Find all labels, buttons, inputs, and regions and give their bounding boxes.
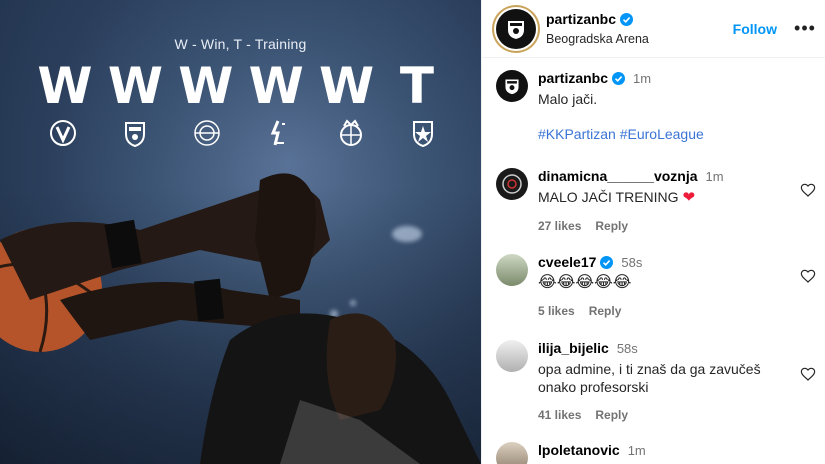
caption-username[interactable]: partizanbc bbox=[538, 70, 626, 86]
comment-item: ilija_bijelic 58s opa admine, i ti znaš d… bbox=[496, 340, 816, 422]
comment-time: 1m bbox=[627, 442, 646, 458]
account-avatar[interactable] bbox=[496, 8, 536, 49]
verified-icon bbox=[620, 12, 634, 26]
likes-count[interactable]: 5 likes bbox=[538, 304, 575, 318]
account-username[interactable]: partizanbc bbox=[546, 11, 634, 27]
verified-icon bbox=[612, 71, 626, 85]
post-panel: partizanbc Beogradska Arena Follow ••• p… bbox=[481, 0, 825, 464]
virtus-logo bbox=[44, 116, 82, 150]
valencia-logo bbox=[332, 116, 370, 150]
commenter-username[interactable]: cveele17 bbox=[538, 254, 614, 270]
result-letter: W bbox=[248, 57, 304, 115]
hashtags-text[interactable]: #KKPartizan #EuroLeague bbox=[538, 126, 704, 142]
caption-time: 1m bbox=[633, 70, 652, 86]
opponent-logos bbox=[44, 116, 442, 150]
verified-icon bbox=[600, 255, 614, 269]
post-header: partizanbc Beogradska Arena Follow ••• bbox=[482, 0, 825, 58]
results-row: W W W W W T bbox=[36, 60, 446, 112]
comments-section[interactable]: partizanbc 1m Malo jači. #KKPartizan #Eu… bbox=[482, 58, 825, 464]
crvena-zvezda-logo bbox=[404, 116, 442, 150]
commenter-avatar[interactable] bbox=[496, 340, 528, 372]
comment-text: opa admine, i ti znaš da ga zavučeš onak… bbox=[538, 361, 761, 395]
caption-username-text[interactable]: partizanbc bbox=[538, 70, 608, 86]
location-link[interactable]: Beogradska Arena bbox=[546, 32, 733, 46]
username-text[interactable]: partizanbc bbox=[546, 11, 616, 27]
comment-text-content: MALO JAČI TRENING bbox=[538, 189, 679, 205]
caption-text: Malo jači. bbox=[538, 91, 598, 107]
commenter-avatar[interactable] bbox=[496, 442, 528, 464]
comment-item: dinamicna______voznja 1m MALO JAČI TRENIN… bbox=[496, 168, 816, 233]
comment-item: lpoletanovic 1m bbox=[496, 442, 816, 464]
like-heart-icon[interactable] bbox=[800, 268, 816, 284]
comment-time: 1m bbox=[705, 168, 724, 184]
reply-button[interactable]: Reply bbox=[595, 408, 628, 422]
post-image[interactable]: W - Win, T - Training W W W W W T bbox=[0, 0, 481, 464]
commenter-username[interactable]: lpoletanovic bbox=[538, 442, 620, 458]
baskonia-logo bbox=[260, 116, 298, 150]
commenter-username[interactable]: ilija_bijelic bbox=[538, 340, 609, 356]
commenter-username[interactable]: dinamicna______voznja bbox=[538, 168, 698, 184]
caption-avatar[interactable] bbox=[496, 70, 528, 102]
legend-text: W - Win, T - Training bbox=[174, 36, 307, 52]
likes-count[interactable]: 41 likes bbox=[538, 408, 581, 422]
red-heart-emoji: ❤ bbox=[682, 189, 696, 206]
comment-item: cveele17 58s 😂😂😂😂😂 5 likes Reply bbox=[496, 254, 816, 318]
comment-time: 58s bbox=[621, 254, 643, 270]
paris-basketball-logo bbox=[188, 116, 226, 150]
like-heart-icon[interactable] bbox=[800, 182, 816, 198]
result-letter: W bbox=[178, 57, 234, 115]
reply-button[interactable]: Reply bbox=[589, 304, 622, 318]
result-letter: W bbox=[107, 57, 163, 115]
result-letter: W bbox=[318, 57, 375, 115]
comment-text: MALO JAČI TRENING ❤ bbox=[538, 188, 776, 207]
commenter-username-text[interactable]: cveele17 bbox=[538, 254, 596, 270]
follow-button[interactable]: Follow bbox=[733, 21, 777, 37]
comment-time: 58s bbox=[616, 340, 638, 356]
reply-button[interactable]: Reply bbox=[595, 219, 628, 233]
post-caption: partizanbc 1m Malo jači. #KKPartizan #Eu… bbox=[482, 58, 825, 142]
likes-count[interactable]: 27 likes bbox=[538, 219, 581, 233]
commenter-avatar[interactable] bbox=[496, 254, 528, 286]
comment-text: 😂😂😂😂😂 bbox=[538, 274, 632, 291]
result-letter: T bbox=[399, 57, 434, 115]
like-heart-icon[interactable] bbox=[800, 366, 816, 382]
result-letter: W bbox=[37, 57, 93, 115]
commenter-avatar[interactable] bbox=[496, 168, 528, 200]
crest-logo bbox=[116, 116, 154, 150]
more-options-icon[interactable]: ••• bbox=[794, 18, 815, 39]
caption-hashtags[interactable]: #KKPartizan #EuroLeague bbox=[538, 126, 704, 142]
